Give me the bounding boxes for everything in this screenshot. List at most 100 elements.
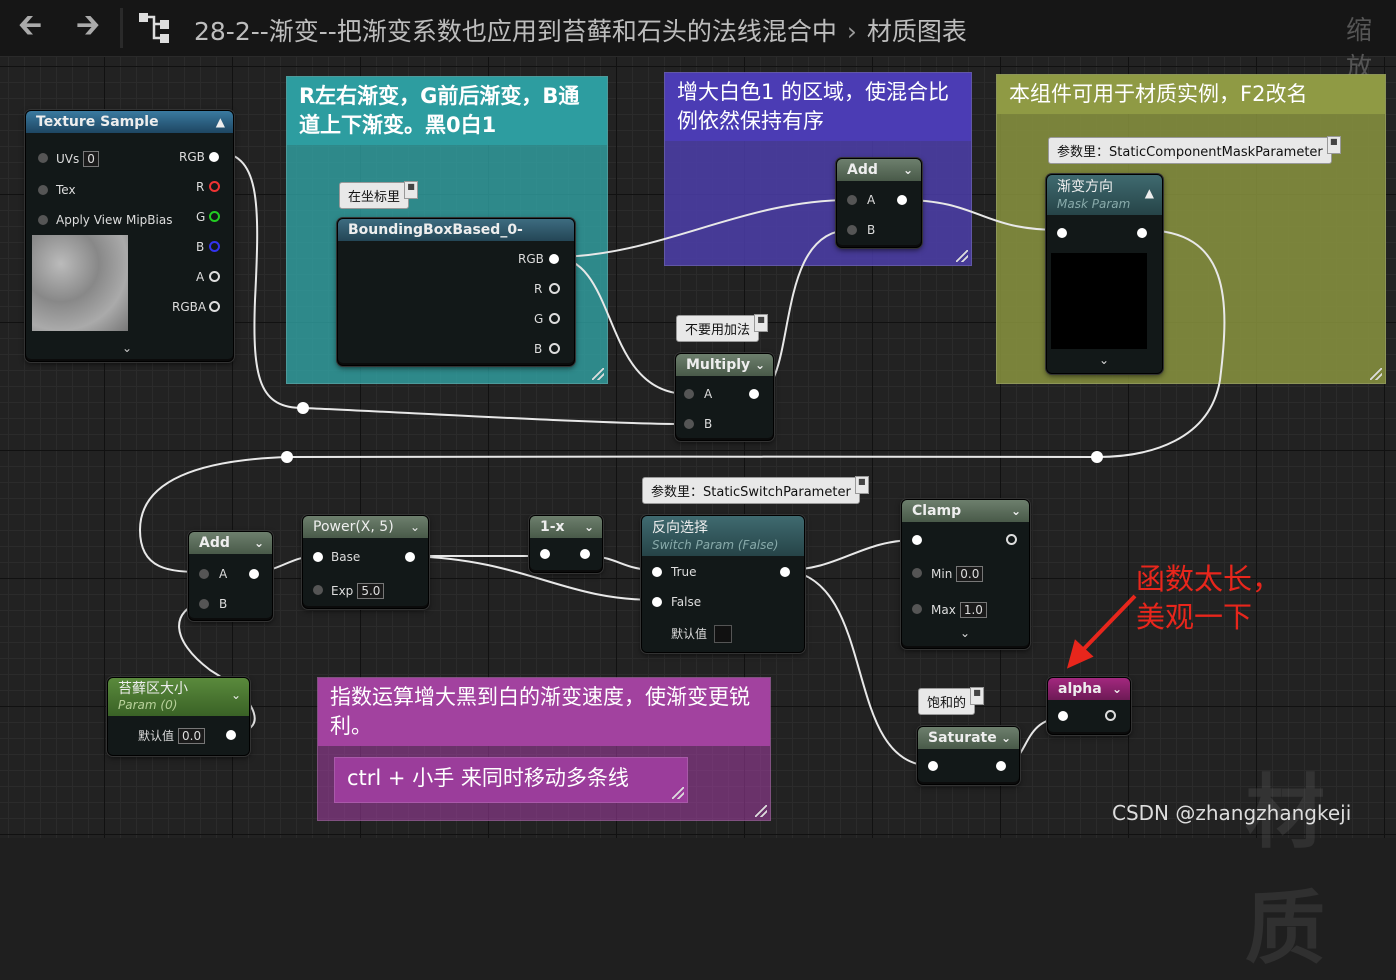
input-pin[interactable]	[684, 419, 694, 429]
node-header[interactable]: 渐变方向Mask Param▲	[1047, 175, 1162, 215]
input-pin[interactable]	[928, 761, 938, 771]
node-header[interactable]: 1-x⌄	[530, 516, 602, 538]
node-comment-bubble[interactable]: 参数里：StaticComponentMaskParameter■	[1048, 137, 1332, 164]
exp-value[interactable]: 5.0	[357, 583, 384, 599]
node-add-top[interactable]: Add⌄ A B	[836, 158, 922, 248]
input-pin[interactable]	[847, 195, 857, 205]
chevron-down-icon[interactable]: ⌄	[1001, 727, 1011, 749]
forward-button[interactable]: 🡲	[70, 10, 106, 44]
node-alpha[interactable]: alpha⌄	[1047, 677, 1131, 735]
input-pin[interactable]	[912, 568, 922, 578]
chevron-down-icon[interactable]: ⌄	[755, 354, 765, 376]
default-checkbox[interactable]	[714, 625, 732, 643]
back-button[interactable]: 🡰	[12, 10, 48, 44]
input-pin[interactable]	[38, 185, 48, 195]
output-pin[interactable]	[549, 313, 560, 324]
input-pin[interactable]	[652, 597, 662, 607]
output-pin[interactable]	[780, 567, 790, 577]
input-pin[interactable]	[652, 567, 662, 577]
output-pin[interactable]	[226, 730, 236, 740]
node-header[interactable]: Add⌄	[189, 532, 272, 554]
chevron-down-icon[interactable]: ⌄	[1099, 353, 1109, 367]
chevron-down-icon[interactable]: ⌄	[254, 532, 264, 554]
input-pin[interactable]	[912, 604, 922, 614]
node-comment-bubble[interactable]: 不要用加法■	[676, 315, 759, 342]
input-pin[interactable]	[38, 215, 48, 225]
chevron-up-icon[interactable]: ▲	[1145, 183, 1154, 203]
resize-handle[interactable]	[1370, 368, 1382, 380]
default-value[interactable]: 0.0	[178, 728, 205, 744]
input-pin[interactable]	[199, 599, 209, 609]
node-header[interactable]: 苔藓区大小Param (0)⌄	[108, 678, 249, 716]
node-header[interactable]: Saturate⌄	[918, 727, 1019, 749]
output-pin[interactable]	[209, 301, 220, 312]
resize-handle[interactable]	[672, 787, 684, 799]
output-pin[interactable]	[549, 254, 559, 264]
pin-icon[interactable]: ■	[404, 181, 418, 199]
node-comment-bubble[interactable]: 在坐标里■	[339, 182, 409, 209]
chevron-down-icon[interactable]: ⌄	[584, 516, 594, 538]
output-pin[interactable]	[996, 761, 1006, 771]
breadcrumb-asset[interactable]: 28-2--渐变--把渐变系数也应用到苔藓和石头的法线混合中	[194, 17, 837, 46]
node-comment-bubble[interactable]: 饱和的■	[918, 688, 975, 715]
input-pin[interactable]	[912, 535, 922, 545]
output-pin[interactable]	[209, 211, 220, 222]
min-value[interactable]: 0.0	[956, 566, 983, 582]
pin-icon[interactable]: ■	[1327, 136, 1341, 154]
node-saturate[interactable]: Saturate⌄	[917, 726, 1020, 785]
output-pin[interactable]	[209, 241, 220, 252]
input-pin[interactable]	[313, 552, 323, 562]
output-pin[interactable]	[749, 389, 759, 399]
output-pin[interactable]	[405, 552, 415, 562]
node-bounding-box-uvw[interactable]: BoundingBoxBased_0-1_UVW RGB R G B	[337, 218, 575, 366]
output-pin[interactable]	[549, 283, 560, 294]
output-pin[interactable]	[209, 152, 219, 162]
input-pin[interactable]	[313, 585, 323, 595]
chevron-down-icon[interactable]: ⌄	[122, 341, 132, 355]
output-pin[interactable]	[249, 569, 259, 579]
node-clamp[interactable]: Clamp⌄ Min0.0 Max1.0 ⌄	[901, 499, 1030, 649]
max-value[interactable]: 1.0	[960, 602, 987, 618]
uvs-value[interactable]: 0	[83, 151, 99, 167]
chevron-down-icon[interactable]: ⌄	[231, 686, 241, 704]
node-header[interactable]: 反向选择Switch Param (False)	[642, 516, 804, 556]
node-mask-param[interactable]: 渐变方向Mask Param▲ ⌄	[1046, 174, 1163, 374]
output-pin[interactable]	[209, 181, 220, 192]
input-pin[interactable]	[38, 153, 48, 163]
node-add-bottom[interactable]: Add⌄ A B	[188, 531, 273, 621]
chevron-up-icon[interactable]: ▲	[216, 111, 225, 133]
input-pin[interactable]	[847, 225, 857, 235]
node-moss-size-param[interactable]: 苔藓区大小Param (0)⌄ 默认值0.0	[107, 677, 250, 756]
node-multiply[interactable]: Multiply⌄ A B	[675, 353, 774, 441]
input-pin[interactable]	[1057, 228, 1067, 238]
output-pin[interactable]	[209, 271, 220, 282]
node-header[interactable]: BoundingBoxBased_0-1_UVW	[338, 219, 574, 241]
output-pin[interactable]	[549, 343, 560, 354]
comment-box-inner[interactable]: ctrl + 小手 来同时移动多条线	[334, 757, 688, 803]
node-one-minus[interactable]: 1-x⌄	[529, 515, 603, 573]
node-header[interactable]: Add⌄	[837, 159, 921, 181]
node-header[interactable]: Multiply⌄	[676, 354, 773, 376]
chevron-down-icon[interactable]: ⌄	[903, 159, 913, 181]
resize-handle[interactable]	[755, 805, 767, 817]
pin-icon[interactable]: ■	[754, 314, 768, 332]
output-pin[interactable]	[1137, 228, 1147, 238]
node-static-switch[interactable]: 反向选择Switch Param (False) True False 默认值	[641, 515, 805, 653]
input-pin[interactable]	[540, 549, 550, 559]
node-texture-sample[interactable]: Texture Sample▲ UVs0 Tex Apply View MipB…	[25, 110, 234, 362]
node-header[interactable]: alpha⌄	[1048, 678, 1130, 700]
comment-box-purple[interactable]: 增大白色1 的区域，使混合比例依然保持有序	[664, 72, 972, 266]
node-header[interactable]: Texture Sample▲	[26, 111, 233, 133]
node-header[interactable]: Clamp⌄	[902, 500, 1029, 522]
chevron-down-icon[interactable]: ⌄	[410, 516, 420, 538]
output-pin[interactable]	[580, 549, 590, 559]
node-power[interactable]: Power(X, 5)⌄ Base Exp5.0	[302, 515, 429, 609]
output-pin[interactable]	[897, 195, 907, 205]
input-pin[interactable]	[1058, 711, 1068, 721]
resize-handle[interactable]	[956, 250, 968, 262]
breadcrumb-page[interactable]: 材质图表	[867, 17, 967, 46]
pin-icon[interactable]: ■	[970, 687, 984, 705]
chevron-down-icon[interactable]: ⌄	[1011, 500, 1021, 522]
input-pin[interactable]	[684, 389, 694, 399]
output-pin[interactable]	[1105, 710, 1116, 721]
